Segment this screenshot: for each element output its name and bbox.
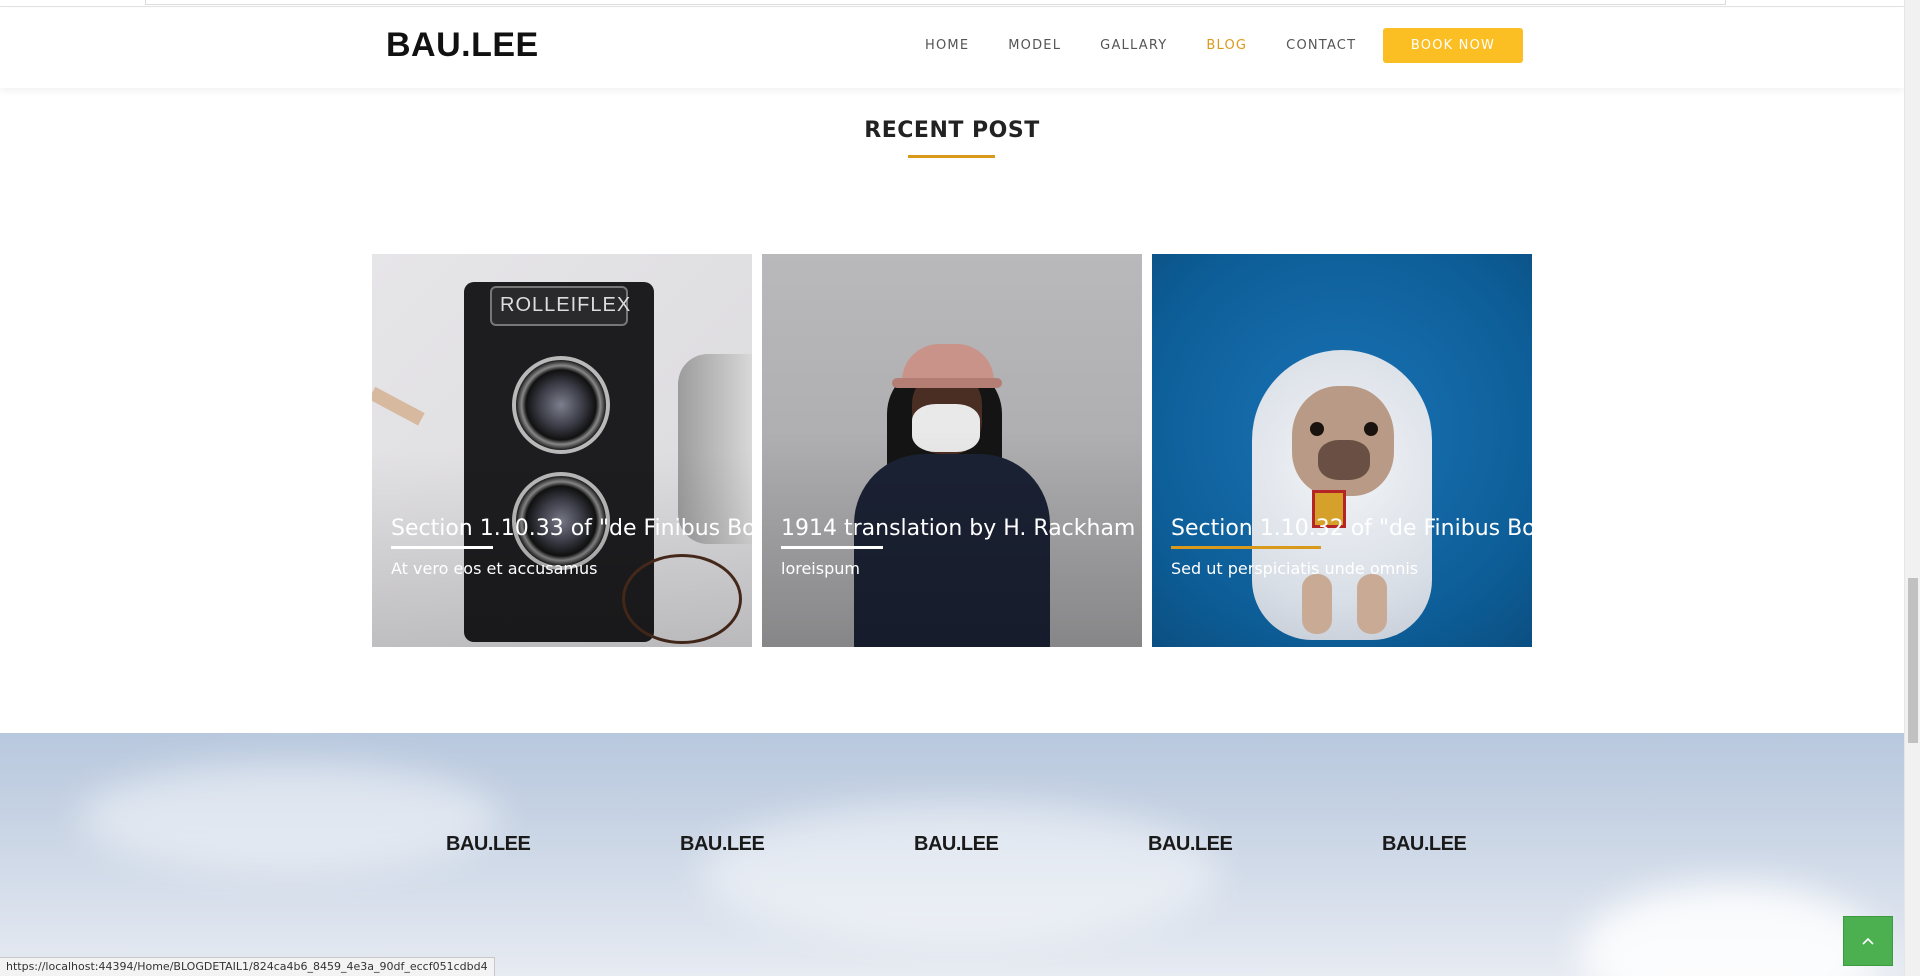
blog-card-title[interactable]: Section 1.10.32 of "de Finibus Bonorum e… (1171, 516, 1532, 541)
partner-logo[interactable]: BAU.LEE (1148, 833, 1382, 856)
partner-logo[interactable]: BAU.LEE (1382, 833, 1616, 856)
dog-leg (1357, 574, 1387, 634)
book-now-button[interactable]: BOOK NOW (1383, 28, 1523, 63)
partner-logo[interactable]: BAU.LEE (680, 833, 914, 856)
chevron-up-icon (1862, 937, 1874, 945)
cloud-decoration (700, 803, 1220, 943)
blog-card-title[interactable]: Section 1.10.33 of "de Finibus Bonorum e… (391, 516, 752, 541)
section-title: RECENT POST (864, 118, 1040, 143)
nav-home[interactable]: HOME (925, 38, 969, 53)
cloud-decoration (80, 763, 500, 873)
nav-blog[interactable]: BLOG (1206, 38, 1247, 53)
dog-eye (1310, 422, 1324, 436)
site-footer: BAU.LEE BAU.LEE BAU.LEE BAU.LEE BAU.LEE (0, 733, 1904, 976)
site-header: BAU.LEE HOME MODEL GALLARY BLOG CONTACT … (0, 8, 1904, 88)
blog-card-subtitle: loreispum (781, 559, 860, 578)
blog-card[interactable]: ROLLEIFLEX Section 1.10.33 of "de Finibu… (372, 254, 752, 647)
blog-card-underline (391, 546, 493, 549)
partner-logo[interactable]: BAU.LEE (446, 833, 680, 856)
cloud-decoration (1580, 883, 1880, 976)
nav-contact[interactable]: CONTACT (1286, 38, 1356, 53)
blog-card-underline (781, 546, 883, 549)
blog-card[interactable]: 1914 translation by H. Rackham loreispum (762, 254, 1142, 647)
dog-eye (1364, 422, 1378, 436)
blog-card-underline-active (1171, 546, 1321, 549)
back-to-top-button[interactable] (1843, 916, 1893, 966)
nav-gallary[interactable]: GALLARY (1100, 38, 1167, 53)
recent-post-cards: ROLLEIFLEX Section 1.10.33 of "de Finibu… (372, 254, 1532, 647)
blog-card-subtitle: At vero eos et accusamus (391, 559, 598, 578)
dog-snout (1318, 440, 1370, 480)
blog-card[interactable]: Section 1.10.32 of "de Finibus Bonorum e… (1152, 254, 1532, 647)
blog-card-subtitle: Sed ut perspiciatis unde omnis (1171, 559, 1419, 578)
page-scrollbar[interactable] (1904, 0, 1920, 976)
status-bar-url: https://localhost:44394/Home/BLOGDETAIL1… (0, 957, 495, 976)
partner-logos: BAU.LEE BAU.LEE BAU.LEE BAU.LEE BAU.LEE (446, 833, 1616, 856)
partner-logo[interactable]: BAU.LEE (914, 833, 1148, 856)
dog-leg (1302, 574, 1332, 634)
main-nav: HOME MODEL GALLARY BLOG CONTACT (925, 38, 1395, 53)
blog-card-title[interactable]: 1914 translation by H. Rackham (781, 516, 1135, 541)
browser-top-strip (0, 0, 1904, 7)
nav-model[interactable]: MODEL (1008, 38, 1061, 53)
site-logo[interactable]: BAU.LEE (386, 26, 539, 65)
title-underline (908, 155, 995, 158)
scrollbar-thumb[interactable] (1908, 578, 1918, 743)
